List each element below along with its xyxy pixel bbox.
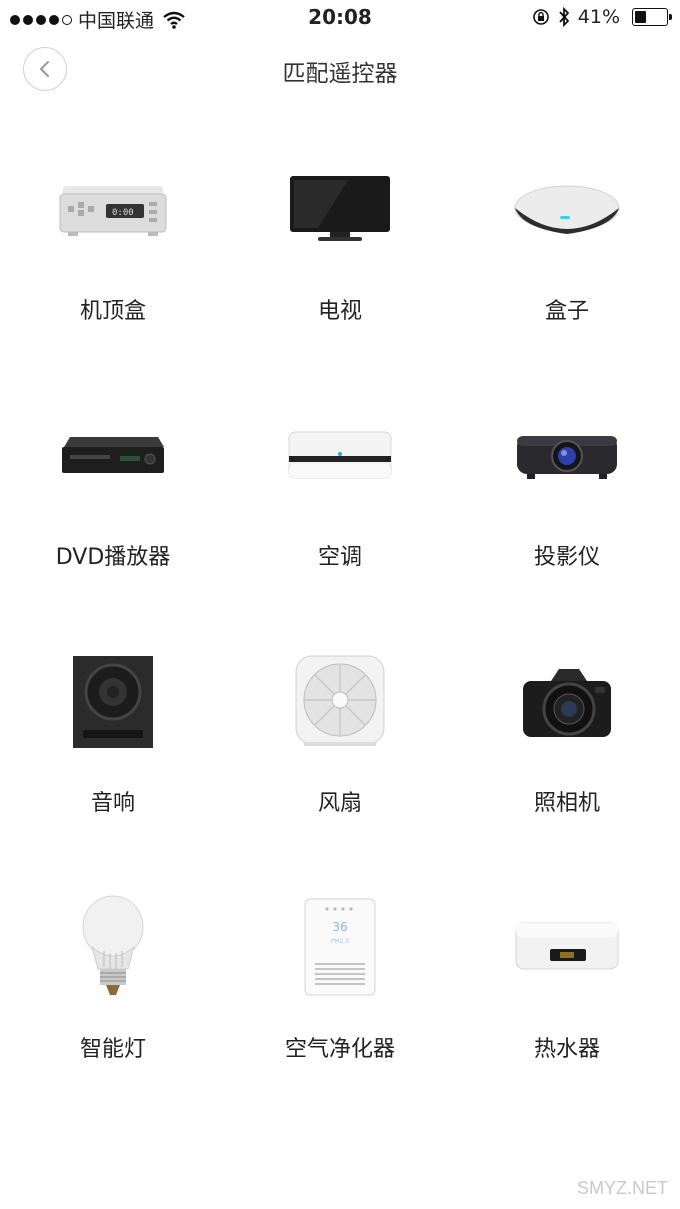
air-conditioner-icon bbox=[288, 431, 392, 479]
device-label: 风扇 bbox=[317, 791, 362, 816]
device-item-projector[interactable]: 投影仪 bbox=[454, 376, 680, 622]
battery-percent: 41% bbox=[577, 6, 620, 28]
svg-text:PM2.5: PM2.5 bbox=[331, 938, 350, 945]
device-item-smart-bulb[interactable]: 智能灯 bbox=[0, 868, 226, 1114]
device-item-water-heater[interactable]: 热水器 bbox=[454, 868, 680, 1114]
device-item-tv[interactable]: 电视 bbox=[227, 130, 453, 376]
device-label: 热水器 bbox=[533, 1037, 600, 1062]
projector-icon bbox=[517, 436, 617, 479]
nav-bar: 匹配遥控器 bbox=[0, 36, 680, 106]
status-bar: 中国联通 20:08 41% bbox=[0, 0, 680, 36]
battery-icon bbox=[632, 8, 672, 26]
device-item-air-purifier[interactable]: 36 PM2.5 空气净化器 bbox=[227, 868, 453, 1114]
camera-icon bbox=[523, 669, 611, 737]
status-right: 41% bbox=[532, 6, 672, 28]
device-label: DVD播放器 bbox=[55, 545, 171, 570]
speaker-icon bbox=[73, 656, 153, 748]
device-label: 音响 bbox=[90, 791, 135, 816]
svg-text:0:00: 0:00 bbox=[112, 208, 134, 218]
device-item-air-conditioner[interactable]: 空调 bbox=[227, 376, 453, 622]
air-purifier-icon: 36 PM2.5 bbox=[304, 898, 376, 996]
orientation-lock-icon bbox=[532, 9, 549, 25]
device-label: 智能灯 bbox=[79, 1037, 146, 1062]
device-label: 盒子 bbox=[544, 299, 589, 324]
watermark: SMYZ.NET bbox=[576, 1178, 668, 1198]
device-label: 空调 bbox=[317, 545, 362, 570]
water-heater-icon bbox=[515, 922, 619, 970]
device-item-dvd-player[interactable]: DVD播放器 bbox=[0, 376, 226, 622]
svg-text:36: 36 bbox=[332, 920, 347, 934]
device-item-set-top-box[interactable]: 0:00 机顶盒 bbox=[0, 130, 226, 376]
device-label: 投影仪 bbox=[533, 545, 600, 570]
device-item-fan[interactable]: 风扇 bbox=[227, 622, 453, 868]
set-top-box-icon: 0:00 bbox=[59, 186, 167, 236]
device-label: 照相机 bbox=[533, 791, 600, 816]
device-item-camera[interactable]: 照相机 bbox=[454, 622, 680, 868]
bluetooth-icon bbox=[559, 7, 570, 27]
dvd-player-icon bbox=[62, 437, 164, 473]
device-label: 电视 bbox=[317, 299, 362, 324]
device-label: 机顶盒 bbox=[79, 299, 146, 324]
smart-bulb-icon bbox=[82, 895, 144, 995]
tv-icon bbox=[290, 176, 390, 241]
fan-icon bbox=[295, 655, 385, 746]
page-title: 匹配遥控器 bbox=[282, 61, 398, 87]
device-label: 空气净化器 bbox=[284, 1037, 395, 1062]
device-item-media-box[interactable]: 盒子 bbox=[454, 130, 680, 376]
device-item-speaker[interactable]: 音响 bbox=[0, 622, 226, 868]
media-box-icon bbox=[514, 185, 620, 234]
